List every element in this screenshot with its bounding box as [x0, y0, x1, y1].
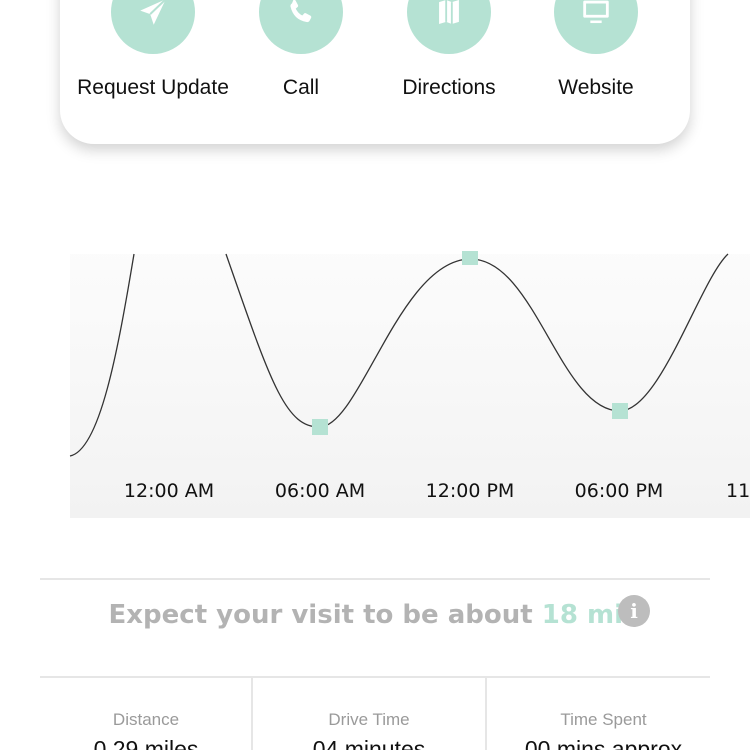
x-tick-label: 12:00 PM	[426, 480, 515, 502]
visit-expectation: Expect your visit to be about 18 min	[40, 600, 710, 630]
map-icon	[407, 0, 491, 54]
chart-point	[612, 403, 628, 419]
x-tick-label: 06:00 AM	[275, 480, 365, 502]
x-tick-label: 06:00 PM	[575, 480, 664, 502]
call-label: Call	[282, 76, 320, 99]
call-button[interactable]: Call	[216, 0, 386, 100]
drive-time-stat: Drive Time 04 minutes	[253, 678, 485, 750]
x-tick-label: 11:	[726, 480, 750, 502]
monitor-icon	[554, 0, 638, 54]
info-icon[interactable]: i	[618, 595, 650, 627]
divider	[40, 578, 710, 580]
chart-point	[312, 419, 328, 435]
popular-times-chart: 12:00 AM 06:00 AM 12:00 PM 06:00 PM 11:	[0, 240, 750, 530]
chart-background	[70, 254, 750, 518]
directions-label: Directions	[402, 76, 496, 99]
drive-time-value: 04 minutes	[312, 736, 426, 750]
expectation-text: Expect your visit to be about	[108, 600, 542, 630]
website-button[interactable]: Website	[511, 0, 681, 100]
website-label: Website	[558, 76, 634, 99]
distance-value: 0.29 miles	[93, 736, 199, 750]
distance-label: Distance	[112, 710, 180, 729]
quick-actions-card: Request Update Call Directions Website	[60, 0, 690, 144]
request-update-button[interactable]: Request Update	[68, 0, 238, 100]
chart-point	[462, 251, 478, 265]
drive-time-label: Drive Time	[328, 710, 410, 729]
send-icon	[111, 0, 195, 54]
distance-stat: Distance 0.29 miles	[40, 678, 252, 750]
directions-button[interactable]: Directions	[364, 0, 534, 100]
chart-svg: 12:00 AM 06:00 AM 12:00 PM 06:00 PM 11:	[69, 251, 750, 518]
time-spent-stat: Time Spent 00 mins approx	[487, 678, 720, 750]
time-spent-value: 00 mins approx	[524, 736, 683, 750]
time-spent-label: Time Spent	[560, 710, 647, 729]
phone-icon	[259, 0, 343, 54]
x-tick-label: 12:00 AM	[124, 480, 214, 502]
request-update-label: Request Update	[77, 76, 229, 99]
